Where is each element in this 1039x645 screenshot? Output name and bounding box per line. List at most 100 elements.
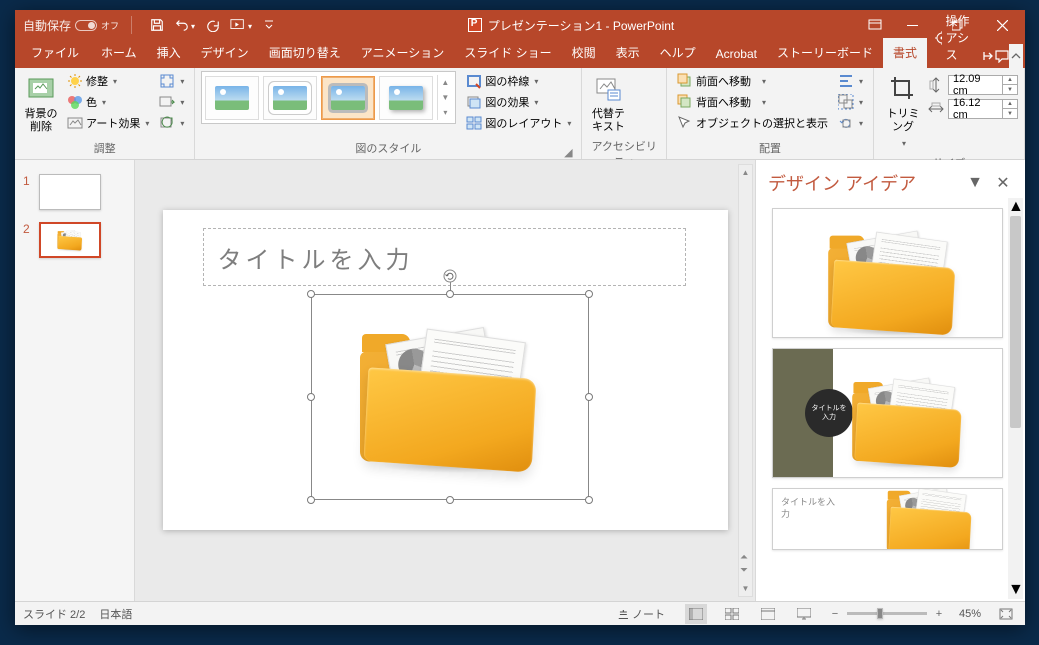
pane-options-button[interactable]: ▼ — [965, 173, 985, 193]
slideshow-from-start-button[interactable] — [228, 11, 254, 39]
design-ideas-pane: デザイン アイデア ▼ ✕ タイトルを 入力 タイトルを入 力 ▲▼ — [755, 160, 1025, 601]
color-button[interactable]: 色 — [63, 92, 153, 112]
style-beveled-matte[interactable] — [263, 76, 317, 120]
selected-image[interactable] — [311, 294, 589, 500]
handle-b[interactable] — [446, 496, 454, 504]
rotate-handle[interactable] — [443, 269, 457, 283]
change-picture-button[interactable] — [155, 92, 188, 112]
close-button[interactable] — [980, 11, 1025, 39]
style-simple-frame[interactable] — [205, 76, 259, 120]
thumbnail-2[interactable]: 2 — [15, 218, 134, 266]
send-backward-button[interactable]: 背面へ移動 — [673, 92, 832, 112]
selection-pane-button[interactable]: オブジェクトの選択と表示 — [673, 113, 832, 133]
alt-text-button[interactable]: 代替テ キスト — [588, 71, 628, 136]
tab-design[interactable]: デザイン — [191, 38, 259, 68]
handle-br[interactable] — [585, 496, 593, 504]
picture-styles-gallery: ▲▼▾ — [201, 71, 456, 124]
zoom-percent[interactable]: 45% — [959, 608, 981, 620]
style-drop-shadow[interactable] — [379, 76, 433, 120]
align-button[interactable] — [834, 71, 867, 91]
tell-me-button[interactable]: 操作アシス — [927, 7, 981, 68]
ribbon-display-options[interactable] — [860, 14, 890, 36]
thumbnail-1[interactable]: 1 — [15, 170, 134, 218]
title-bar: 自動保存 オフ プレゼンテーション1 - PowerPoint — [15, 10, 1025, 40]
zoom-out-button[interactable]: − — [829, 608, 841, 620]
tab-file[interactable]: ファイル — [19, 38, 91, 68]
handle-t[interactable] — [446, 290, 454, 298]
autosave-state: オフ — [101, 19, 119, 32]
tab-format[interactable]: 書式 — [883, 38, 927, 68]
slide-canvas[interactable]: タイトルを入力 ▲▼ — [135, 160, 755, 601]
save-button[interactable] — [144, 11, 170, 39]
bring-forward-button[interactable]: 前面へ移動 — [673, 71, 832, 91]
tab-storyboard[interactable]: ストーリーボード — [767, 38, 883, 68]
rotate-button[interactable] — [834, 113, 867, 133]
remove-background-button[interactable]: 背景の 削除 — [21, 71, 61, 136]
slideshow-view-button[interactable] — [793, 604, 815, 624]
handle-bl[interactable] — [307, 496, 315, 504]
corrections-button[interactable]: 修整 — [63, 71, 153, 91]
zoom-slider[interactable]: − + — [829, 608, 945, 620]
tab-home[interactable]: ホーム — [91, 38, 147, 68]
collapse-ribbon-button[interactable] — [1009, 44, 1023, 68]
handle-l[interactable] — [307, 393, 315, 401]
height-up[interactable]: ▲ — [1003, 76, 1017, 85]
height-down[interactable]: ▼ — [1003, 85, 1017, 94]
design-idea-3[interactable]: タイトルを入 力 — [772, 488, 1003, 550]
zoom-track[interactable] — [847, 612, 927, 615]
tab-help[interactable]: ヘルプ — [650, 38, 706, 68]
handle-tl[interactable] — [307, 290, 315, 298]
style-metal-frame[interactable] — [321, 76, 375, 120]
reading-view-button[interactable] — [757, 604, 779, 624]
group-arrange: 前面へ移動 背面へ移動 オブジェクトの選択と表示 配置 — [667, 68, 874, 159]
width-up[interactable]: ▲ — [1003, 100, 1017, 109]
picture-border-button[interactable]: 図の枠線 — [462, 71, 575, 91]
handle-r[interactable] — [585, 393, 593, 401]
reset-picture-button[interactable] — [155, 113, 188, 133]
ribbon-tabs: ファイル ホーム 挿入 デザイン 画面切り替え アニメーション スライド ショー… — [15, 40, 1025, 68]
fit-to-window-button[interactable] — [995, 604, 1017, 624]
canvas-scrollbar[interactable]: ▲▼ ⏶⏷ — [738, 164, 753, 597]
width-input[interactable]: 16.12 cm▲▼ — [948, 99, 1018, 119]
language-indicator[interactable]: 日本語 — [99, 606, 132, 622]
undo-button[interactable] — [172, 11, 198, 39]
comments-button[interactable] — [995, 44, 1009, 68]
tab-insert[interactable]: 挿入 — [147, 38, 191, 68]
artistic-effects-button[interactable]: アート効果 — [63, 113, 153, 133]
design-idea-1[interactable] — [772, 208, 1003, 338]
compress-pictures-button[interactable] — [155, 71, 188, 91]
powerpoint-icon — [468, 18, 482, 32]
slide-thumbnails: 1 2 — [15, 160, 135, 601]
tab-view[interactable]: 表示 — [606, 38, 650, 68]
tab-review[interactable]: 校閲 — [562, 38, 606, 68]
tab-acrobat[interactable]: Acrobat — [706, 41, 767, 68]
slide-indicator[interactable]: スライド 2/2 — [23, 606, 85, 622]
height-input[interactable]: 12.09 cm▲▼ — [948, 75, 1018, 95]
next-slide-button[interactable]: ⏷ — [738, 564, 750, 576]
normal-view-button[interactable] — [685, 604, 707, 624]
qat-customize-button[interactable] — [256, 11, 282, 39]
crop-button[interactable]: トリミング — [880, 71, 926, 153]
slide-sorter-button[interactable] — [721, 604, 743, 624]
share-button[interactable] — [981, 44, 995, 68]
pane-close-button[interactable]: ✕ — [993, 173, 1013, 193]
group-button[interactable] — [834, 92, 867, 112]
tab-slideshow[interactable]: スライド ショー — [454, 38, 561, 68]
styles-launcher[interactable]: ◢ — [563, 146, 573, 156]
pane-title: デザイン アイデア — [768, 170, 957, 196]
picture-layout-button[interactable]: 図のレイアウト — [462, 113, 575, 133]
autosave-toggle[interactable]: 自動保存 オフ — [15, 17, 127, 34]
tab-transitions[interactable]: 画面切り替え — [259, 38, 351, 68]
picture-effects-button[interactable]: 図の効果 — [462, 92, 575, 112]
design-idea-2[interactable]: タイトルを 入力 — [772, 348, 1003, 478]
gallery-scroll[interactable]: ▲▼▾ — [437, 75, 452, 120]
tab-animations[interactable]: アニメーション — [351, 38, 455, 68]
zoom-in-button[interactable]: + — [933, 608, 945, 620]
width-down[interactable]: ▼ — [1003, 109, 1017, 118]
prev-slide-button[interactable]: ⏶ — [738, 551, 750, 563]
handle-tr[interactable] — [585, 290, 593, 298]
pane-scrollbar[interactable]: ▲▼ — [1008, 198, 1023, 599]
notes-button[interactable]: ≐ノート — [613, 603, 671, 625]
redo-button[interactable] — [200, 11, 226, 39]
group-picture-styles: ▲▼▾ 図の枠線 図の効果 図のレイアウト 図のスタイル◢ — [195, 68, 582, 159]
